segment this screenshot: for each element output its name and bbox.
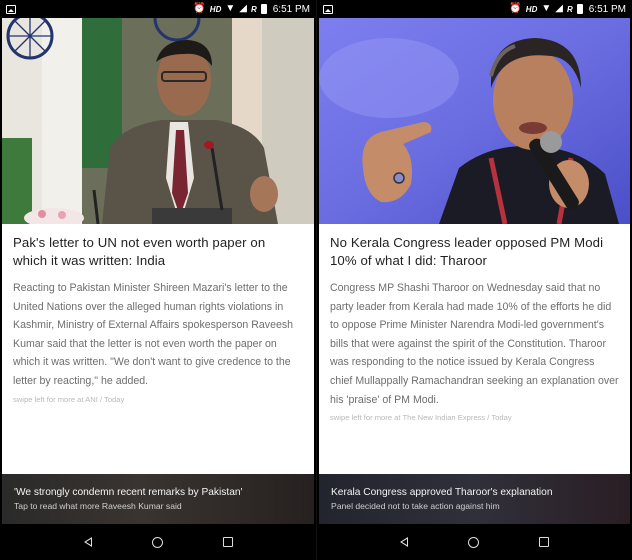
tharoor-photo [319,18,630,224]
news-headline[interactable]: No Kerala Congress leader opposed PM Mod… [330,234,619,270]
navigation-bar [0,524,316,560]
news-body: Reacting to Pakistan Minister Shireen Ma… [13,282,294,387]
battery-icon [260,4,267,14]
clock: 6:51 PM [588,3,626,15]
wifi-icon: ▼ [225,3,236,14]
news-body: Congress MP Shashi Tharoor on Wednesday … [330,282,619,406]
home-icon[interactable] [151,536,163,548]
home-icon[interactable] [468,536,479,548]
battery-icon [576,4,583,14]
news-headline[interactable]: Pak's letter to UN not even worth paper … [13,234,303,270]
hd-label: HD [525,4,538,14]
image-icon [323,4,333,14]
navigation-bar [317,524,632,560]
clock: 6:51 PM [272,3,310,15]
banner-subtitle: Tap to read what more Raveesh Kumar said [14,501,182,511]
back-icon[interactable] [400,537,408,547]
signal-icon: ◢ [555,3,563,14]
roaming-label: R [250,4,257,14]
related-story-banner[interactable]: 'We strongly condemn recent remarks by P… [2,474,314,524]
banner-title: Kerala Congress approved Tharoor's expla… [331,487,553,498]
news-photo [2,18,314,224]
left-phone-screen: ⏰ HD ▼ ◢ R 6:51 PM Pak's letter to UN no… [0,0,316,560]
status-bar: ⏰ HD ▼ ◢ R 6:51 PM [0,0,316,18]
recents-icon[interactable] [539,537,549,547]
image-icon [6,4,16,14]
news-card[interactable]: Pak's letter to UN not even worth paper … [2,18,314,474]
alarm-icon: ⏰ [193,3,206,14]
back-icon[interactable] [83,537,92,547]
status-bar: ⏰ HD ▼ ◢ R 6:51 PM [317,0,632,18]
spokesperson-photo [2,18,314,224]
news-card[interactable]: No Kerala Congress leader opposed PM Mod… [319,18,630,474]
recents-icon[interactable] [222,537,233,547]
signal-icon: ◢ [239,3,247,14]
hd-label: HD [209,4,222,14]
news-photo [319,18,630,224]
wifi-icon: ▼ [541,3,552,14]
roaming-label: R [566,4,573,14]
source-attribution[interactable]: swipe left for more at The New Indian Ex… [330,413,619,422]
source-attribution[interactable]: swipe left for more at ANI / Today [13,395,303,404]
banner-title: 'We strongly condemn recent remarks by P… [14,487,243,498]
related-story-banner[interactable]: Kerala Congress approved Tharoor's expla… [319,474,630,524]
alarm-icon: ⏰ [509,3,522,14]
right-phone-screen: ⏰ HD ▼ ◢ R 6:51 PM No Kerala Congress le… [316,0,632,560]
banner-subtitle: Panel decided not to take action against… [331,501,500,511]
